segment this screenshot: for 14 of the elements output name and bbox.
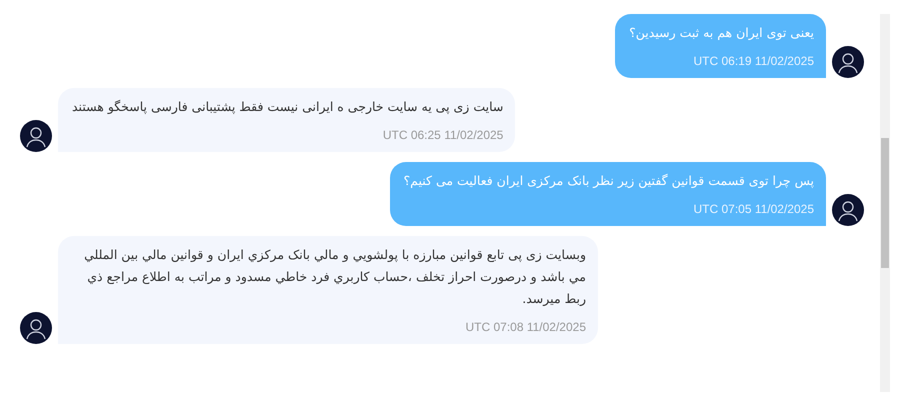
message-text: سایت زی پی یه سایت خارجی ه ایرانی نیست فقط پشتیبانی فارسی پاسخگو هستند	[72, 98, 504, 116]
message-time: UTC 07:05 11/02/2025	[693, 201, 814, 218]
message-time: UTC 06:19 11/02/2025	[693, 53, 814, 70]
avatar-icon	[832, 194, 864, 226]
message-time: UTC 06:25 11/02/2025	[382, 127, 504, 144]
scrollbar[interactable]	[880, 14, 890, 392]
message-text: پس چرا توی قسمت قوانین گفتین زیر نظر بانک مرکزی ایران فعالیت می کنیم؟	[404, 172, 814, 190]
message-text: یعنی توی ایران هم به ثبت رسیدین؟	[629, 24, 814, 42]
avatar-icon	[20, 312, 52, 344]
scrollbar-thumb[interactable]	[881, 138, 889, 268]
message-text: وبسایت زی پی تابع قوانین مبارزه با پولشويي و مالي بانک مرکزي ايران و قوانين مالي بين المللي مي باشد و درصورت احراز تخلف ،حساب کاربري فرد خاطي مسدود و مراتب به اطلاع مراجع ذي ربط ميرسد.	[83, 246, 586, 308]
avatar-icon	[832, 46, 864, 78]
message-time: UTC 07:08 11/02/2025	[465, 319, 586, 336]
avatar-icon	[20, 120, 52, 152]
